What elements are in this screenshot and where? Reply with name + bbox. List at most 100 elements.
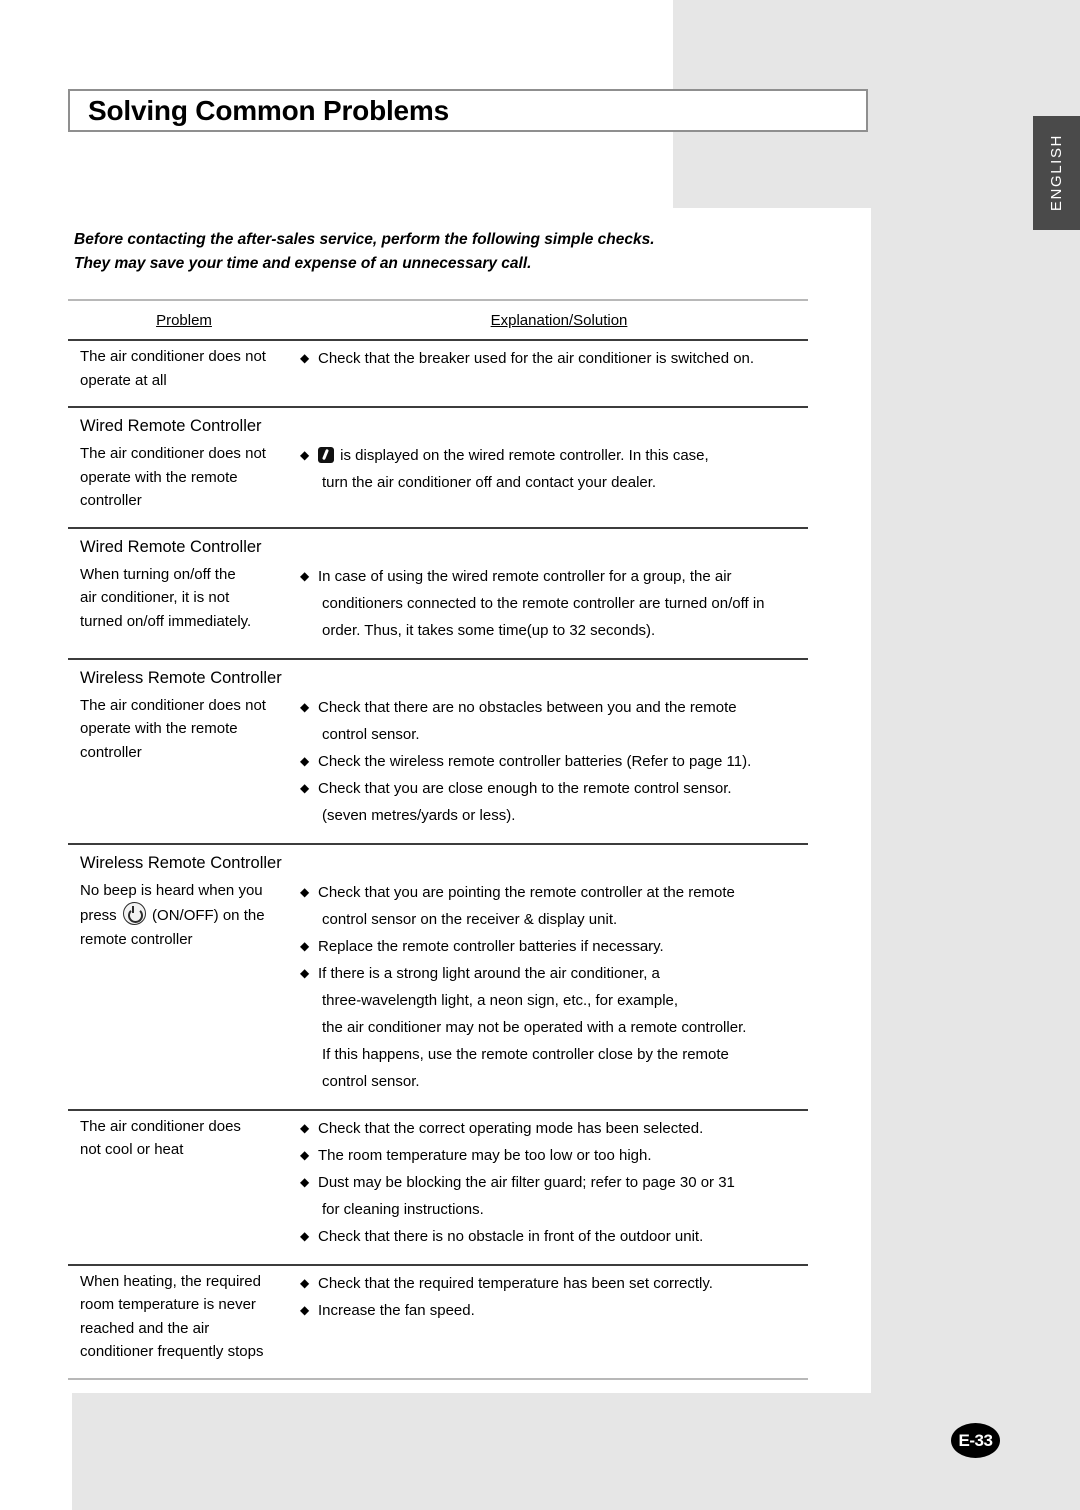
intro-line-2: They may save your time and expense of a… xyxy=(74,255,532,272)
solution-bullet: ◆ Check that the correct operating mode h… xyxy=(300,1115,808,1142)
diamond-bullet-icon: ◆ xyxy=(300,965,310,980)
table-row: The air conditioner does not operate at a… xyxy=(68,341,808,406)
solution-text: Check the wireless remote controller bat… xyxy=(318,748,808,775)
solution-line: for cleaning instructions. xyxy=(322,1200,484,1218)
power-onoff-icon xyxy=(122,902,146,925)
problem-line: air conditioner, it is not xyxy=(80,589,230,606)
page-number-label: E-33 xyxy=(958,1430,993,1450)
solution-line: control sensor. xyxy=(322,725,420,743)
solution-line: (seven metres/yards or less). xyxy=(322,806,516,824)
diamond-bullet-icon: ◆ xyxy=(300,938,310,953)
solution-text: Increase the fan speed. xyxy=(318,1297,808,1324)
problem-line: reached and the air xyxy=(80,1319,210,1337)
problem-line: operate with the remote xyxy=(80,720,238,737)
language-tab-label: ENGLISH xyxy=(1048,134,1065,212)
solution-line: Replace the remote controller batteries … xyxy=(318,937,664,955)
solution-line: control sensor on the receiver & display… xyxy=(322,910,618,928)
problem-line: not cool or heat xyxy=(80,1141,184,1158)
solution-line: Check that there is no obstacle in front… xyxy=(318,1227,704,1245)
diamond-bullet-icon: ◆ xyxy=(300,1228,310,1243)
problem-line-with-icon: press (ON/OFF) on the xyxy=(80,902,300,928)
problem-line: When turning on/off the xyxy=(80,565,236,583)
display-error-icon xyxy=(318,447,334,463)
solution-line: three-wavelength light, a neon sign, etc… xyxy=(322,991,679,1009)
solution-cell: ◆ Check that the correct operating mode h… xyxy=(300,1115,808,1250)
diamond-bullet-icon: ◆ xyxy=(300,568,310,583)
troubleshooting-table: Problem Explanation/Solution The air con… xyxy=(68,299,808,1380)
diamond-bullet-icon: ◆ xyxy=(300,780,310,795)
problem-cell: The air conditioner does not operate at a… xyxy=(68,345,300,392)
table-row: No beep is heard when you press (ON/OFF) … xyxy=(68,875,808,1109)
solution-line: turn the air conditioner off and contact… xyxy=(322,474,657,491)
solution-cell: ◆ Check that the required temperature has… xyxy=(300,1270,808,1364)
solution-line: control sensor. xyxy=(322,1072,420,1090)
solution-line: Check that the correct operating mode ha… xyxy=(318,1119,704,1137)
solution-bullet: ◆ If there is a strong light around the a… xyxy=(300,960,808,1095)
section-group-label: Wireless Remote Controller xyxy=(80,853,282,872)
solution-line: Increase the fan speed. xyxy=(318,1301,475,1319)
problem-line: The air conditioner does not xyxy=(80,696,266,714)
solution-line: The room temperature may be too low or t… xyxy=(318,1146,652,1164)
problem-line: When heating, the required xyxy=(80,1272,261,1290)
diamond-bullet-icon: ◆ xyxy=(300,1147,310,1162)
diamond-bullet-icon: ◆ xyxy=(300,753,310,768)
language-tab: ENGLISH xyxy=(1033,116,1080,230)
solution-text: The room temperature may be too low or t… xyxy=(318,1142,808,1169)
solution-cell: ◆ Check that the breaker used for the air… xyxy=(300,345,808,392)
solution-bullet: ◆ In case of using the wired remote contr… xyxy=(300,563,808,644)
solution-line: order. Thus, it takes some time(up to 32… xyxy=(322,621,656,639)
intro-paragraph: Before contacting the after-sales servic… xyxy=(74,228,854,276)
diamond-bullet-icon: ◆ xyxy=(300,699,310,714)
solution-cell: ◆ is displayed on the wired remote contr… xyxy=(300,442,808,513)
diamond-bullet-icon: ◆ xyxy=(300,1120,310,1135)
page-title: Solving Common Problems xyxy=(88,94,449,126)
problem-line: operate at all xyxy=(80,371,167,389)
problem-cell: When heating, the required room temperatu… xyxy=(68,1270,300,1364)
solution-line: In case of using the wired remote contro… xyxy=(318,567,732,585)
column-header-problem: Problem xyxy=(156,311,212,329)
solution-text: Check that there is no obstacle in front… xyxy=(318,1223,808,1250)
page-number-badge: E-33 xyxy=(951,1423,1000,1458)
solution-line: Check that there are no obstacles betwee… xyxy=(318,698,737,716)
diamond-bullet-icon: ◆ xyxy=(300,448,310,462)
table-row: When heating, the required room temperatu… xyxy=(68,1266,808,1378)
problem-cell: The air conditioner does not cool or heat xyxy=(68,1115,300,1250)
solution-line: If this happens, use the remote controll… xyxy=(322,1045,729,1063)
problem-line: turned on/off immediately. xyxy=(80,612,252,630)
solution-text: is displayed on the wired remote control… xyxy=(318,442,808,496)
solution-bullet: ◆ Increase the fan speed. xyxy=(300,1297,808,1324)
solution-bullet: ◆ Check that the breaker used for the air… xyxy=(300,345,808,372)
solution-text: Check that you are pointing the remote c… xyxy=(318,879,808,933)
solution-line: Dust may be blocking the air filter guar… xyxy=(318,1173,735,1191)
solution-bullet: ◆ Replace the remote controller batteries… xyxy=(300,933,808,960)
solution-cell: ◆ In case of using the wired remote contr… xyxy=(300,563,808,644)
diamond-bullet-icon: ◆ xyxy=(300,1302,310,1317)
solution-text: Check that the breaker used for the air … xyxy=(318,345,808,372)
problem-line-suffix: (ON/OFF) on the xyxy=(147,907,265,924)
solution-bullet: ◆ Check the wireless remote controller ba… xyxy=(300,748,808,775)
solution-bullet: ◆ Check that you are pointing the remote … xyxy=(300,879,808,933)
problem-cell: No beep is heard when you press (ON/OFF) … xyxy=(68,879,300,1095)
diamond-bullet-icon: ◆ xyxy=(300,884,310,899)
problem-cell: The air conditioner does not operate with… xyxy=(68,442,300,513)
white-bottom-left-margin xyxy=(0,1393,72,1510)
table-row: The air conditioner does not operate with… xyxy=(68,690,808,843)
table-bottom-rule xyxy=(68,1377,808,1380)
solution-bullet: ◆ Check that there is no obstacle in fron… xyxy=(300,1223,808,1250)
solution-line: is displayed on the wired remote control… xyxy=(318,442,808,469)
page-root: ENGLISH Solving Common Problems Before c… xyxy=(0,0,1080,1510)
solution-text: If there is a strong light around the ai… xyxy=(318,960,808,1095)
solution-line: Check that you are pointing the remote c… xyxy=(318,883,735,901)
solution-bullet: ◆ Check that the required temperature has… xyxy=(300,1270,808,1297)
grey-background-bottom xyxy=(72,1393,1080,1510)
problem-cell: The air conditioner does not operate with… xyxy=(68,694,300,829)
problem-line: The air conditioner does xyxy=(80,1117,241,1135)
solution-text: Dust may be blocking the air filter guar… xyxy=(318,1169,808,1223)
solution-text: In case of using the wired remote contro… xyxy=(318,563,808,644)
solution-bullet: ◆ The room temperature may be too low or … xyxy=(300,1142,808,1169)
solution-line: If there is a strong light around the ai… xyxy=(318,964,660,982)
problem-line: The air conditioner does not xyxy=(80,348,266,365)
column-header-solution: Explanation/Solution xyxy=(490,311,628,329)
solution-text: Check that you are close enough to the r… xyxy=(318,775,808,829)
diamond-bullet-icon: ◆ xyxy=(300,1174,310,1189)
